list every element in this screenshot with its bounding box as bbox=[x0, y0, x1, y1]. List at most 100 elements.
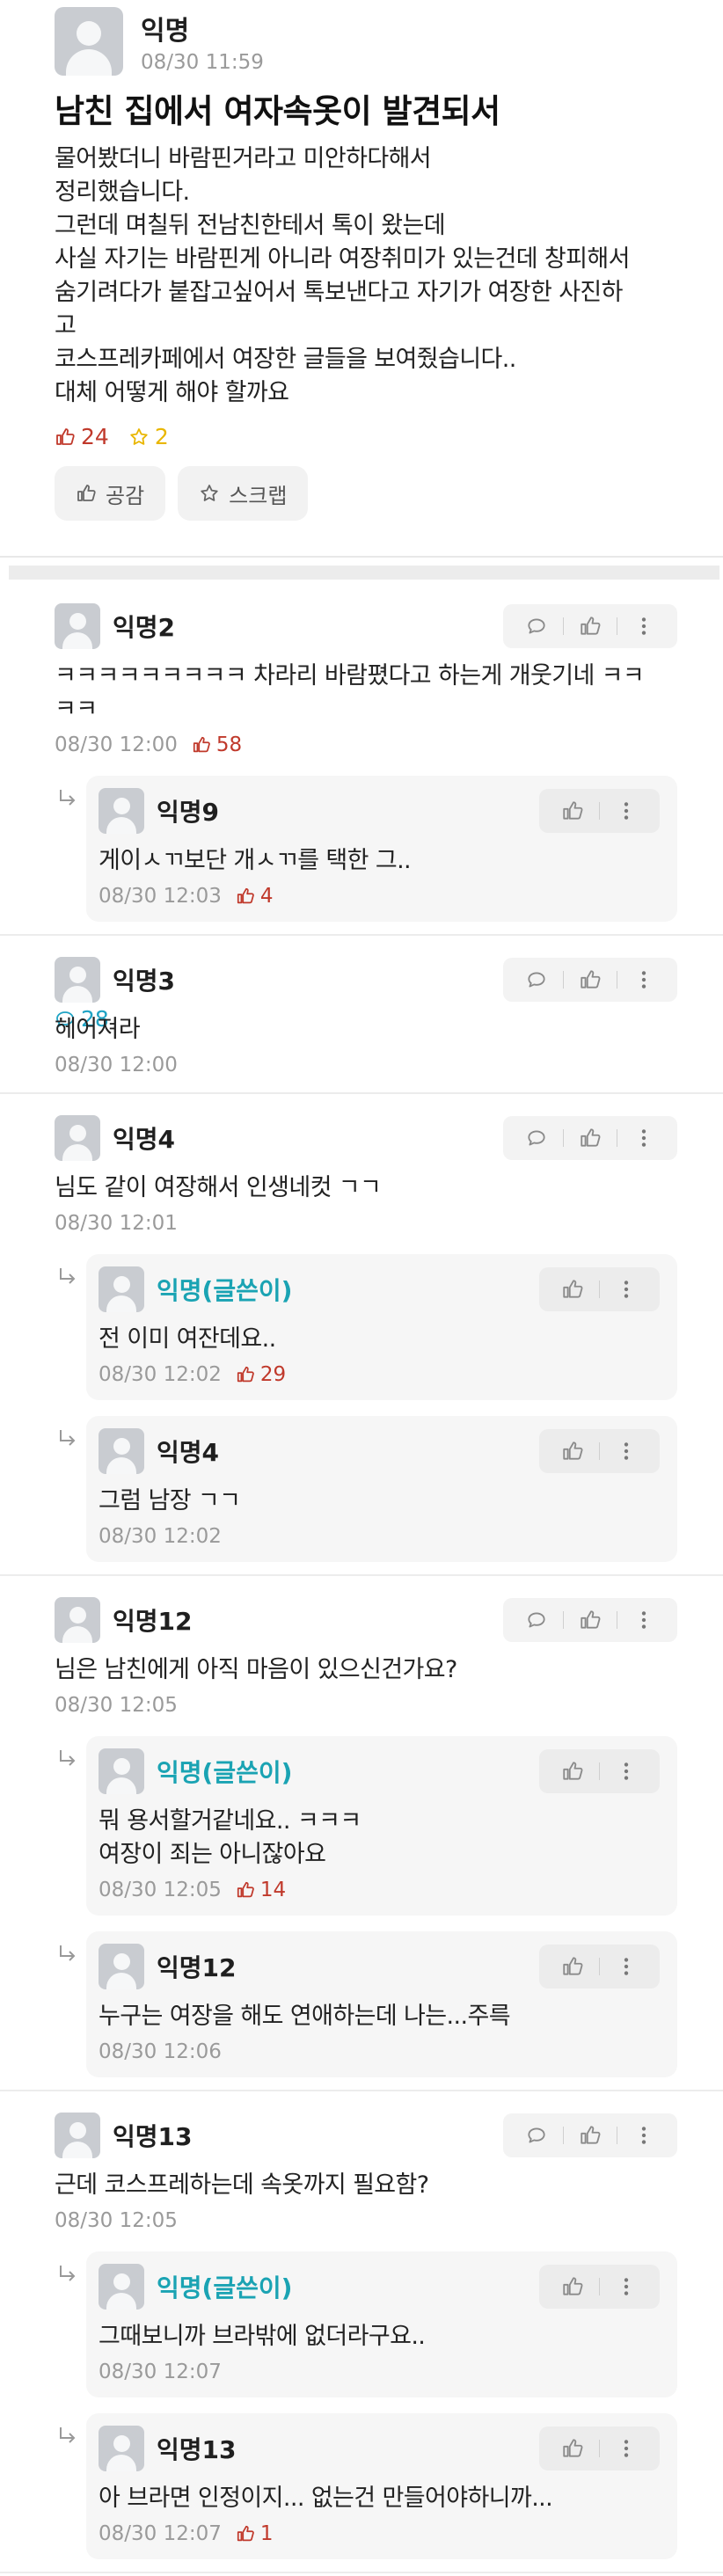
comment-toolbar bbox=[539, 1267, 660, 1311]
comment-header: 익명2 bbox=[55, 602, 677, 651]
star-icon bbox=[128, 427, 150, 448]
comment-time: 08/30 12:07 bbox=[99, 2522, 222, 2545]
comment-toolbar bbox=[539, 1749, 660, 1793]
more-options-button[interactable] bbox=[607, 1749, 646, 1793]
avatar bbox=[99, 1944, 144, 1989]
toolbar-separator bbox=[563, 617, 564, 635]
reply-button[interactable] bbox=[517, 958, 556, 1002]
more-options-button[interactable] bbox=[624, 1598, 663, 1642]
avatar bbox=[55, 2113, 100, 2158]
like-comment-button[interactable] bbox=[553, 1429, 592, 1473]
scrap-button[interactable]: 스크랩 bbox=[178, 466, 309, 521]
toolbar-separator bbox=[599, 802, 600, 820]
post-like-count-value: 24 bbox=[81, 424, 109, 449]
reply: 익명(글쓴이) 전 이미 여잔데요.. 08/30 12:02 29 bbox=[86, 1254, 677, 1400]
post-title: 남친 집에서 여자속옷이 발견되서 bbox=[55, 92, 500, 130]
comment-time: 08/30 12:07 bbox=[99, 2361, 222, 2383]
like-comment-button[interactable] bbox=[571, 1598, 610, 1642]
more-options-button[interactable] bbox=[624, 604, 663, 648]
reply-text: 뭐 용서할거같네요.. ㅋㅋㅋ 여장이 죄는 아니잖아요 bbox=[99, 1807, 362, 1868]
post-author-avatar bbox=[55, 7, 123, 76]
comment-toolbar bbox=[539, 2265, 660, 2309]
thumbs-up-icon bbox=[581, 2126, 601, 2144]
like-comment-button[interactable] bbox=[553, 789, 592, 833]
thumbs-up-icon bbox=[581, 970, 601, 989]
comment-text: 헤어져라 bbox=[55, 1016, 141, 1043]
reply-header: 익명(글쓴이) bbox=[99, 2262, 660, 2311]
comment-time: 08/30 12:02 bbox=[99, 1363, 222, 1386]
comment-meta: 08/30 12:00 bbox=[55, 1054, 677, 1076]
like-comment-button[interactable] bbox=[553, 1267, 592, 1311]
avatar bbox=[99, 1266, 144, 1312]
comment-meta: 08/30 12:07 bbox=[99, 2361, 660, 2383]
comment-toolbar bbox=[539, 789, 660, 833]
like-comment-button[interactable] bbox=[571, 958, 610, 1002]
toolbar-separator bbox=[599, 1958, 600, 1975]
more-options-button[interactable] bbox=[607, 789, 646, 833]
like-comment-button[interactable] bbox=[571, 2113, 610, 2157]
star-icon bbox=[199, 483, 220, 504]
comment-meta: 08/30 12:00 58 bbox=[55, 733, 677, 756]
like-comment-button[interactable] bbox=[553, 2426, 592, 2470]
like-comment-button[interactable] bbox=[553, 1749, 592, 1793]
speech-bubble-icon bbox=[528, 2127, 545, 2143]
reply-button[interactable] bbox=[517, 604, 556, 648]
thumbs-up-icon bbox=[236, 887, 255, 906]
reply-arrow-icon bbox=[58, 1428, 77, 1449]
more-options-button[interactable] bbox=[607, 1945, 646, 1989]
more-options-button[interactable] bbox=[607, 1429, 646, 1473]
toolbar-separator bbox=[563, 971, 564, 989]
reply-text: 아 브라면 인정이지... 없는건 만들어야하니까... bbox=[99, 2485, 553, 2512]
reply: 익명9 게이ㅅㄲ보단 개ㅅㄲ를 택한 그.. 08/30 12:03 4 bbox=[86, 776, 677, 922]
like-comment-button[interactable] bbox=[571, 1116, 610, 1160]
reply-container: 익명(글쓴이) 뭐 용서할거같네요.. ㅋㅋㅋ 여장이 죄는 아니잖아요 08/30… bbox=[0, 1736, 723, 1916]
comment-text: 님도 같이 여장해서 인생네컷 ㄱㄱ bbox=[55, 1174, 382, 1201]
toolbar-separator bbox=[563, 1129, 564, 1147]
thumbs-up-icon bbox=[236, 1880, 255, 1900]
more-options-button[interactable] bbox=[607, 2265, 646, 2309]
speech-bubble-icon bbox=[528, 1612, 545, 1628]
thumbs-up-icon bbox=[563, 2439, 583, 2457]
reply-button[interactable] bbox=[517, 1116, 556, 1160]
thumbs-up-icon bbox=[563, 1280, 583, 1298]
comment: 익명2 ㅋㅋㅋㅋㅋㅋㅋㅋㅋ 차라리 바람폈다고 하는게 개웃기네 ㅋㅋ ㅋㅋ 08/… bbox=[0, 593, 723, 760]
comment: 익명4 님도 같이 여장해서 인생네컷 ㄱㄱ 08/30 12:01 bbox=[0, 1105, 723, 1238]
comment-list: 익명2 ㅋㅋㅋㅋㅋㅋㅋㅋㅋ 차라리 바람폈다고 하는게 개웃기네 ㅋㅋ ㅋㅋ 08/… bbox=[0, 582, 723, 2573]
comment-author: 익명13 bbox=[113, 2122, 193, 2151]
more-options-button[interactable] bbox=[624, 2113, 663, 2157]
reply: 익명(글쓴이) 그때보니까 브라밖에 없더라구요.. 08/30 12:07 bbox=[86, 2251, 677, 2397]
more-options-button[interactable] bbox=[607, 1267, 646, 1311]
avatar bbox=[99, 788, 144, 834]
comment-toolbar bbox=[503, 958, 677, 1002]
more-options-button[interactable] bbox=[624, 1116, 663, 1160]
toolbar-separator bbox=[563, 2127, 564, 2144]
avatar bbox=[55, 1115, 100, 1161]
avatar bbox=[55, 603, 100, 649]
reply-arrow-icon bbox=[58, 2426, 77, 2447]
thumbs-up-icon bbox=[76, 483, 97, 504]
more-options-button[interactable] bbox=[624, 958, 663, 1002]
comment: 익명12 님은 남친에게 아직 마음이 있으신건가요? 08/30 12:05 bbox=[0, 1587, 723, 1720]
reply-button[interactable] bbox=[517, 2113, 556, 2157]
scrap-button-label: 스크랩 bbox=[229, 483, 288, 508]
comment-time: 08/30 12:02 bbox=[99, 1525, 222, 1548]
divider bbox=[0, 556, 723, 558]
post-body: 물어봤더니 바람핀거라고 미안하다해서 정리했습니다. 그런데 며칠뒤 전남친한… bbox=[55, 145, 631, 406]
like-comment-button[interactable] bbox=[571, 604, 610, 648]
post-like-count: 24 bbox=[55, 424, 109, 449]
reply-author: 익명12 bbox=[157, 1953, 237, 1982]
comment-like-count: 29 bbox=[236, 1363, 286, 1386]
reply-button[interactable] bbox=[517, 1598, 556, 1642]
like-button[interactable]: 공감 bbox=[55, 466, 166, 521]
like-comment-button[interactable] bbox=[553, 1945, 592, 1989]
more-options-button[interactable] bbox=[607, 2426, 646, 2470]
like-comment-button[interactable] bbox=[553, 2265, 592, 2309]
reply-author: 익명(글쓴이) bbox=[157, 1276, 293, 1305]
reply-container: 익명13 아 브라면 인정이지... 없는건 만들어야하니까... 08/30 12… bbox=[0, 2413, 723, 2559]
comment-thread: 익명2 ㅋㅋㅋㅋㅋㅋㅋㅋㅋ 차라리 바람폈다고 하는게 개웃기네 ㅋㅋ ㅋㅋ 08/… bbox=[0, 582, 723, 936]
post-date: 08/30 11:59 bbox=[141, 51, 264, 74]
comment-meta: 08/30 12:01 bbox=[55, 1212, 677, 1235]
post-stats: 24 28 2 bbox=[55, 424, 169, 1032]
comment-toolbar bbox=[503, 2113, 677, 2157]
comment-text: 님은 남친에게 아직 마음이 있으신건가요? bbox=[55, 1656, 457, 1683]
